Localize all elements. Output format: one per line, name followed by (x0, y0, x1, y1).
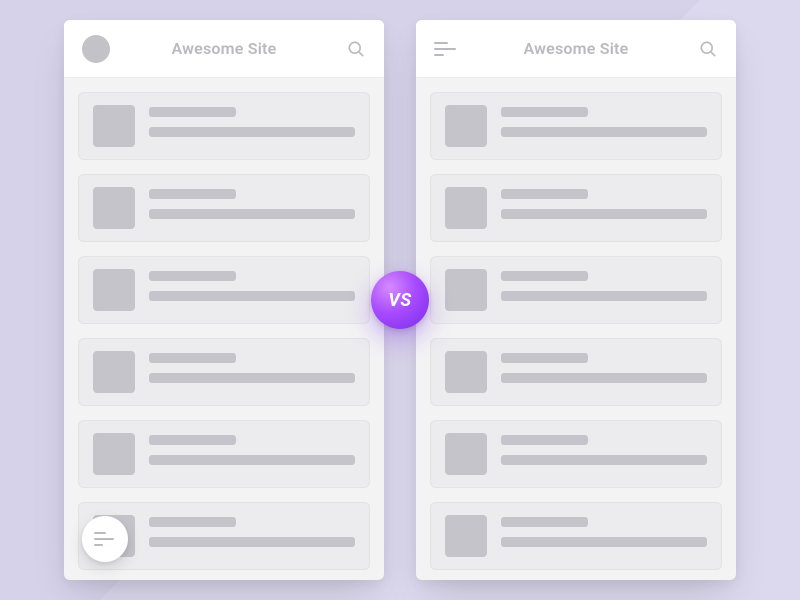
list-item[interactable] (78, 92, 370, 160)
list-item[interactable] (430, 92, 722, 160)
skeleton-title (501, 435, 588, 445)
skeleton-body (149, 455, 355, 465)
item-text (149, 105, 355, 137)
skeleton-title (501, 353, 588, 363)
item-text (149, 351, 355, 383)
item-text (501, 105, 707, 137)
skeleton-body (149, 209, 355, 219)
list-item[interactable] (430, 256, 722, 324)
menu-icon (94, 532, 116, 546)
site-title: Awesome Site (468, 39, 684, 58)
item-text (149, 187, 355, 219)
skeleton-title (501, 271, 588, 281)
thumbnail (445, 105, 487, 147)
item-text (501, 351, 707, 383)
skeleton-title (149, 517, 236, 527)
search-icon[interactable] (698, 39, 718, 59)
list-item[interactable] (78, 338, 370, 406)
topbar-left (434, 42, 468, 56)
mockup-right: Awesome Site (416, 20, 736, 580)
list-item[interactable] (430, 174, 722, 242)
skeleton-body (149, 127, 355, 137)
item-text (501, 515, 707, 547)
skeleton-body (501, 455, 707, 465)
thumbnail (445, 351, 487, 393)
vs-badge: VS (371, 271, 429, 329)
menu-fab[interactable] (82, 516, 128, 562)
skeleton-body (149, 373, 355, 383)
skeleton-title (149, 435, 236, 445)
thumbnail (445, 187, 487, 229)
list-item[interactable] (78, 420, 370, 488)
skeleton-body (501, 209, 707, 219)
vs-label: VS (388, 290, 411, 311)
list-item[interactable] (78, 174, 370, 242)
item-text (149, 433, 355, 465)
content-list (416, 78, 736, 580)
search-icon[interactable] (346, 39, 366, 59)
topbar: Awesome Site (64, 20, 384, 78)
item-text (501, 269, 707, 301)
avatar[interactable] (82, 35, 110, 63)
list-item[interactable] (430, 338, 722, 406)
skeleton-title (149, 107, 236, 117)
skeleton-body (501, 291, 707, 301)
skeleton-body (149, 537, 355, 547)
thumbnail (93, 269, 135, 311)
topbar-left (82, 35, 116, 63)
skeleton-title (501, 517, 588, 527)
list-item[interactable] (430, 420, 722, 488)
topbar-right (332, 39, 366, 59)
thumbnail (445, 515, 487, 557)
thumbnail (93, 105, 135, 147)
skeleton-body (501, 537, 707, 547)
menu-icon[interactable] (434, 42, 456, 56)
thumbnail (93, 433, 135, 475)
topbar-right (684, 39, 718, 59)
skeleton-title (501, 189, 588, 199)
site-title: Awesome Site (116, 39, 332, 58)
skeleton-title (501, 107, 588, 117)
list-item[interactable] (430, 502, 722, 570)
thumbnail (93, 187, 135, 229)
item-text (149, 515, 355, 547)
item-text (501, 187, 707, 219)
content-list (64, 78, 384, 580)
topbar: Awesome Site (416, 20, 736, 78)
skeleton-title (149, 271, 236, 281)
item-text (501, 433, 707, 465)
skeleton-body (501, 373, 707, 383)
list-item[interactable] (78, 256, 370, 324)
skeleton-title (149, 353, 236, 363)
item-text (149, 269, 355, 301)
thumbnail (445, 433, 487, 475)
skeleton-body (501, 127, 707, 137)
thumbnail (93, 351, 135, 393)
mockup-left: Awesome Site (64, 20, 384, 580)
thumbnail (445, 269, 487, 311)
skeleton-title (149, 189, 236, 199)
skeleton-body (149, 291, 355, 301)
